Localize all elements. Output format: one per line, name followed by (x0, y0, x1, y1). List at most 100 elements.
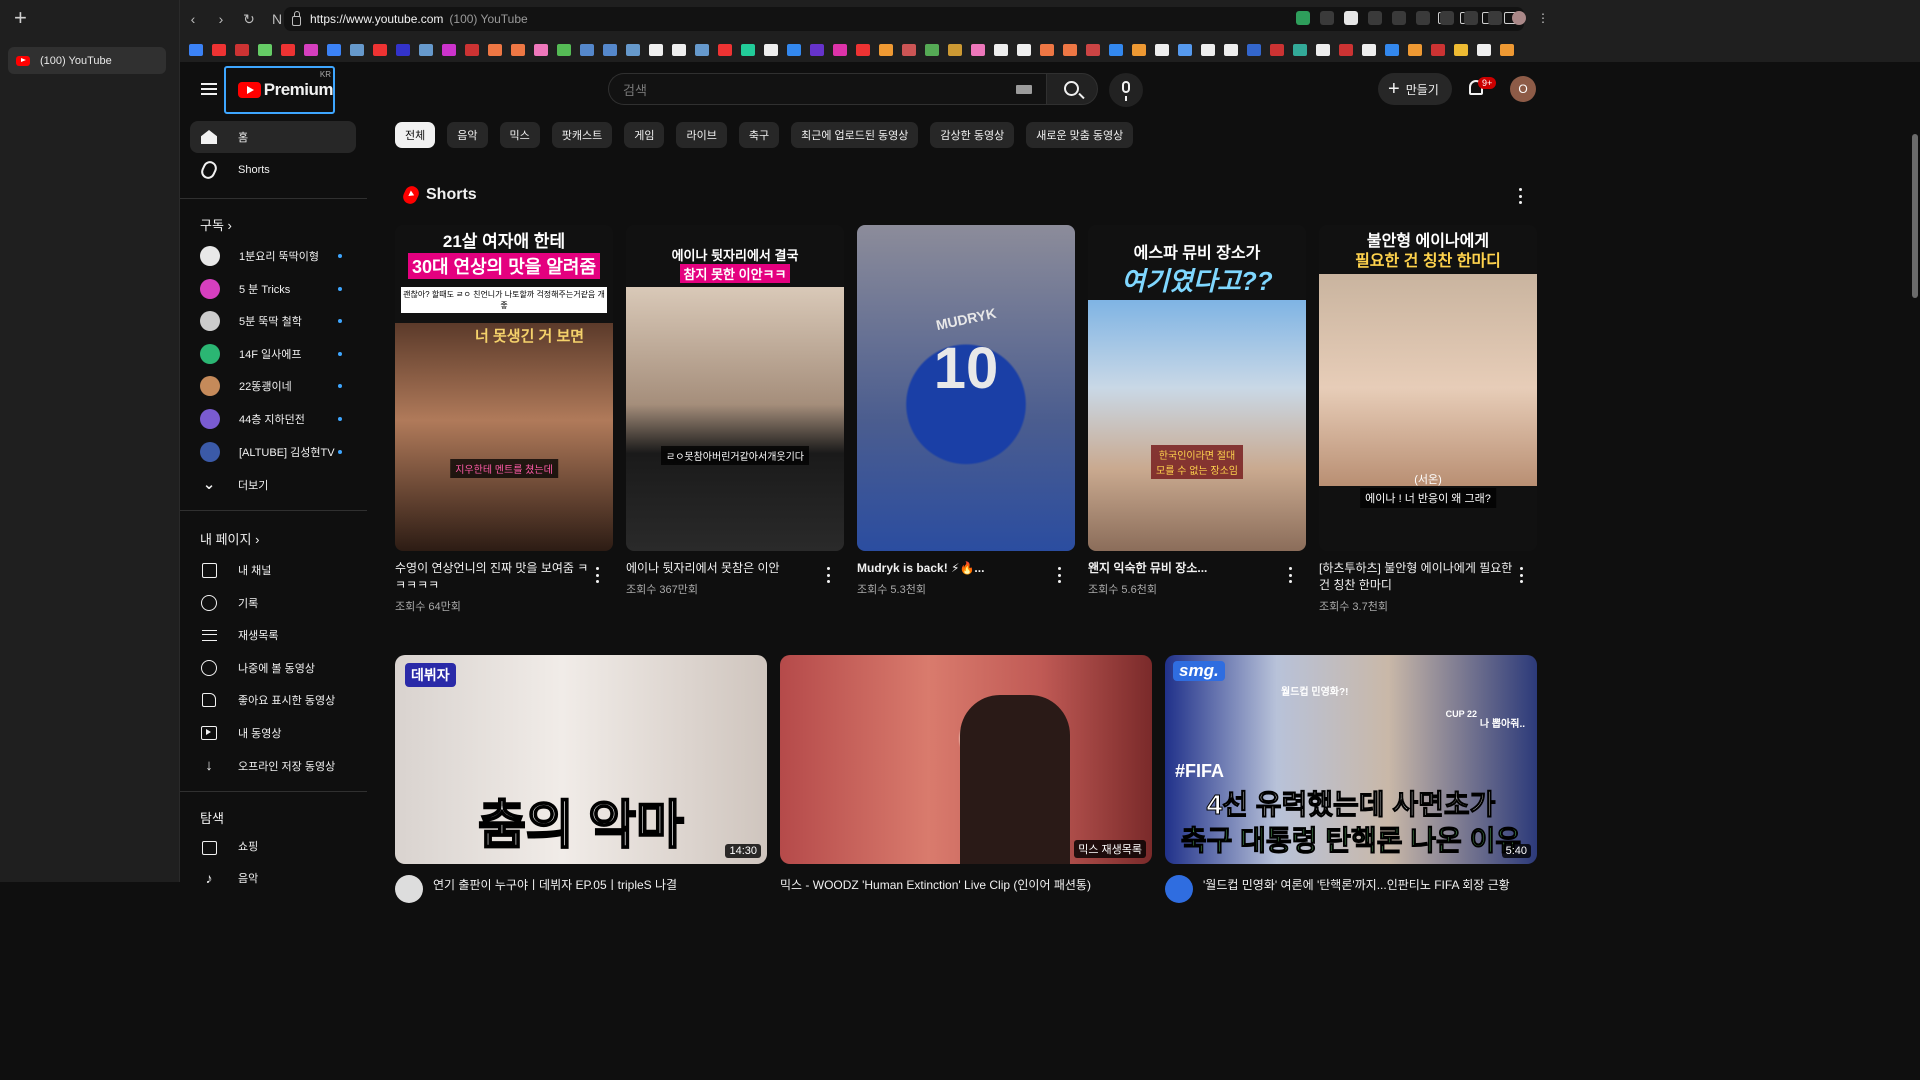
bookmark-favicon-icon[interactable] (1408, 44, 1422, 56)
scrollbar[interactable] (1912, 134, 1918, 298)
short-thumbnail[interactable]: 에스파 뮤비 장소가 여기였다고?? 한국인이라면 절대 모를 수 없는 장소임 (1088, 225, 1306, 551)
forward-icon[interactable]: › (214, 11, 228, 27)
bookmark-favicon-icon[interactable] (856, 44, 870, 56)
download-icon[interactable] (1416, 11, 1430, 25)
short-menu-icon[interactable] (1519, 567, 1523, 583)
short-card[interactable]: 불안형 에이나에게 필요한 건 칭찬 한마디 (서온) 에이나 ! 너 반응이 … (1319, 225, 1537, 614)
video-thumbnail[interactable]: 데뷔자 춤의 악마 14:30 (395, 655, 767, 864)
sidebar-item-subscription[interactable]: 5분 뚝딱 철학 (190, 305, 356, 337)
bookmark-favicon-icon[interactable] (649, 44, 663, 56)
video-thumbnail[interactable]: smg. 월드컵 민영화?! 나 뽑아줘.. CUP 22 #FIFA 4선 유… (1165, 655, 1537, 864)
subscriptions-header[interactable]: 구독 › (200, 215, 232, 234)
sidebar-item-subscription[interactable]: 14F 일사에프 (190, 338, 356, 370)
bookmark-favicon-icon[interactable] (350, 44, 364, 56)
new-tab-button[interactable]: + (14, 7, 34, 29)
short-title[interactable]: 왠지 익숙한 뮤비 장소... (1088, 560, 1306, 577)
back-icon[interactable]: ‹ (186, 11, 200, 27)
bookmark-favicon-icon[interactable] (1339, 44, 1353, 56)
bookmark-favicon-icon[interactable] (718, 44, 732, 56)
youtube-premium-logo[interactable]: Premium KR (224, 66, 335, 114)
video-thumbnail[interactable]: 믹스 재생목록 (780, 655, 1152, 864)
video-card[interactable]: 믹스 재생목록 믹스 - WOODZ 'Human Extinction' Li… (780, 655, 1152, 893)
short-card[interactable]: 에스파 뮤비 장소가 여기였다고?? 한국인이라면 절대 모를 수 없는 장소임… (1088, 225, 1306, 597)
media-icon[interactable] (1440, 11, 1454, 25)
video-title[interactable]: 믹스 - WOODZ 'Human Extinction' Live Clip … (780, 876, 1152, 893)
video-title[interactable]: '월드컵 민영화' 여론에 '탄핵론'까지...인판티노 FIFA 회장 근황 (1165, 876, 1537, 893)
bookmark-favicon-icon[interactable] (304, 44, 318, 56)
sidebar-item-subscription[interactable]: 22똥괭이네 (190, 370, 356, 402)
bookmark-favicon-icon[interactable] (281, 44, 295, 56)
bookmark-favicon-icon[interactable] (1224, 44, 1238, 56)
bookmark-favicon-icon[interactable] (810, 44, 824, 56)
search-input[interactable]: 검색 (608, 73, 1046, 105)
short-thumbnail[interactable]: 불안형 에이나에게 필요한 건 칭찬 한마디 (서온) 에이나 ! 너 반응이 … (1319, 225, 1537, 551)
short-thumbnail[interactable]: 에이나 뒷자리에서 결국 참지 못한 이안ㅋㅋ ㄹㅇ못참아버린거같아서개웃기다 (626, 225, 844, 551)
bookmark-favicon-icon[interactable] (327, 44, 341, 56)
bookmark-favicon-icon[interactable] (258, 44, 272, 56)
bookmark-favicon-icon[interactable] (603, 44, 617, 56)
short-title[interactable]: 에이나 뒷자리에서 못참은 이안 (626, 560, 844, 577)
reload-icon[interactable]: ↻ (242, 11, 256, 28)
short-menu-icon[interactable] (826, 567, 830, 583)
sidebar-item-shopping[interactable]: 쇼핑 (190, 830, 356, 862)
filter-chip[interactable]: 팟캐스트 (551, 122, 613, 148)
bookmark-favicon-icon[interactable] (396, 44, 410, 56)
filter-chip[interactable]: 새로운 맞춤 동영상 (1026, 122, 1134, 148)
profile-icon[interactable] (1512, 11, 1526, 25)
short-card[interactable]: 21살 여자애 한테 30대 연상의 맛을 알려줌 괜찮아? 할때도 ㄹㅇ 친언… (395, 225, 613, 614)
extension-icon[interactable] (1344, 11, 1358, 25)
filter-chip[interactable]: 전체 (395, 122, 436, 148)
you-header[interactable]: 내 페이지 › (200, 529, 259, 548)
short-card[interactable]: 에이나 뒷자리에서 결국 참지 못한 이안ㅋㅋ ㄹㅇ못참아버린거같아서개웃기다 … (626, 225, 844, 597)
bookmark-favicon-icon[interactable] (235, 44, 249, 56)
bookmark-favicon-icon[interactable] (1086, 44, 1100, 56)
bookmark-favicon-icon[interactable] (419, 44, 433, 56)
sidebar-item-subscription[interactable]: [ALTUBE] 김성현TV (190, 436, 356, 468)
bookmark-favicon-icon[interactable] (833, 44, 847, 56)
sidebar-item-subscription[interactable]: 5 분 Tricks (190, 273, 356, 305)
short-menu-icon[interactable] (1057, 567, 1061, 583)
filter-chip[interactable]: 음악 (447, 122, 488, 148)
bookmark-favicon-icon[interactable] (695, 44, 709, 56)
bookmark-favicon-icon[interactable] (1362, 44, 1376, 56)
video-title[interactable]: 연기 출판이 누구야ㅣ데뷔자 EP.05ㅣtripleS 나결 (395, 876, 767, 893)
bookmark-favicon-icon[interactable] (1109, 44, 1123, 56)
bookmark-favicon-icon[interactable] (557, 44, 571, 56)
bookmark-favicon-icon[interactable] (488, 44, 502, 56)
tab-youtube[interactable]: (100) YouTube (8, 47, 166, 74)
filter-chip[interactable]: 최근에 업로드된 동영상 (791, 122, 919, 148)
bookmark-favicon-icon[interactable] (373, 44, 387, 56)
voice-search-button[interactable] (1109, 73, 1143, 107)
sidebar-item-you[interactable]: 내 채널 (190, 554, 356, 586)
shelf-menu-icon[interactable] (1518, 188, 1522, 204)
short-title[interactable]: [하츠투하츠] 불안형 에이나에게 필요한 건 칭찬 한마디 (1319, 560, 1537, 594)
filter-chip[interactable]: 축구 (738, 122, 780, 148)
sidebar-item-you[interactable]: 내 동영상 (190, 717, 356, 749)
channel-avatar[interactable] (395, 875, 423, 903)
screenshot-icon[interactable] (1464, 11, 1478, 25)
bookmark-favicon-icon[interactable] (189, 44, 203, 56)
filter-chip[interactable]: 믹스 (499, 122, 540, 148)
sidebar-item-music[interactable]: ♪ 음악 (190, 862, 356, 894)
short-menu-icon[interactable] (1288, 567, 1292, 583)
bookmark-favicon-icon[interactable] (1201, 44, 1215, 56)
sidebar-item-you[interactable]: 재생목록 (190, 619, 356, 651)
bookmark-favicon-icon[interactable] (672, 44, 686, 56)
bookmark-favicon-icon[interactable] (1293, 44, 1307, 56)
bookmark-favicon-icon[interactable] (580, 44, 594, 56)
bookmark-favicon-icon[interactable] (879, 44, 893, 56)
keyboard-icon[interactable] (1016, 85, 1032, 94)
reading-list-icon[interactable] (1392, 11, 1406, 25)
avatar[interactable]: O (1510, 76, 1536, 102)
filter-chip[interactable]: 게임 (624, 122, 665, 148)
bookmark-favicon-icon[interactable] (534, 44, 548, 56)
sidebar-item-you[interactable]: 좋아요 표시한 동영상 (190, 684, 356, 716)
bookmark-favicon-icon[interactable] (1316, 44, 1330, 56)
sidebar-item-subscription[interactable]: 1분요리 뚝딱이형 (190, 240, 356, 272)
bookmark-favicon-icon[interactable] (1178, 44, 1192, 56)
sidebar-item-you[interactable]: ↓ 오프라인 저장 동영상 (190, 750, 356, 782)
bookmark-favicon-icon[interactable] (1155, 44, 1169, 56)
bookmark-favicon-icon[interactable] (764, 44, 778, 56)
bookmark-favicon-icon[interactable] (925, 44, 939, 56)
sidebar-item-home[interactable]: 홈 (190, 121, 356, 153)
